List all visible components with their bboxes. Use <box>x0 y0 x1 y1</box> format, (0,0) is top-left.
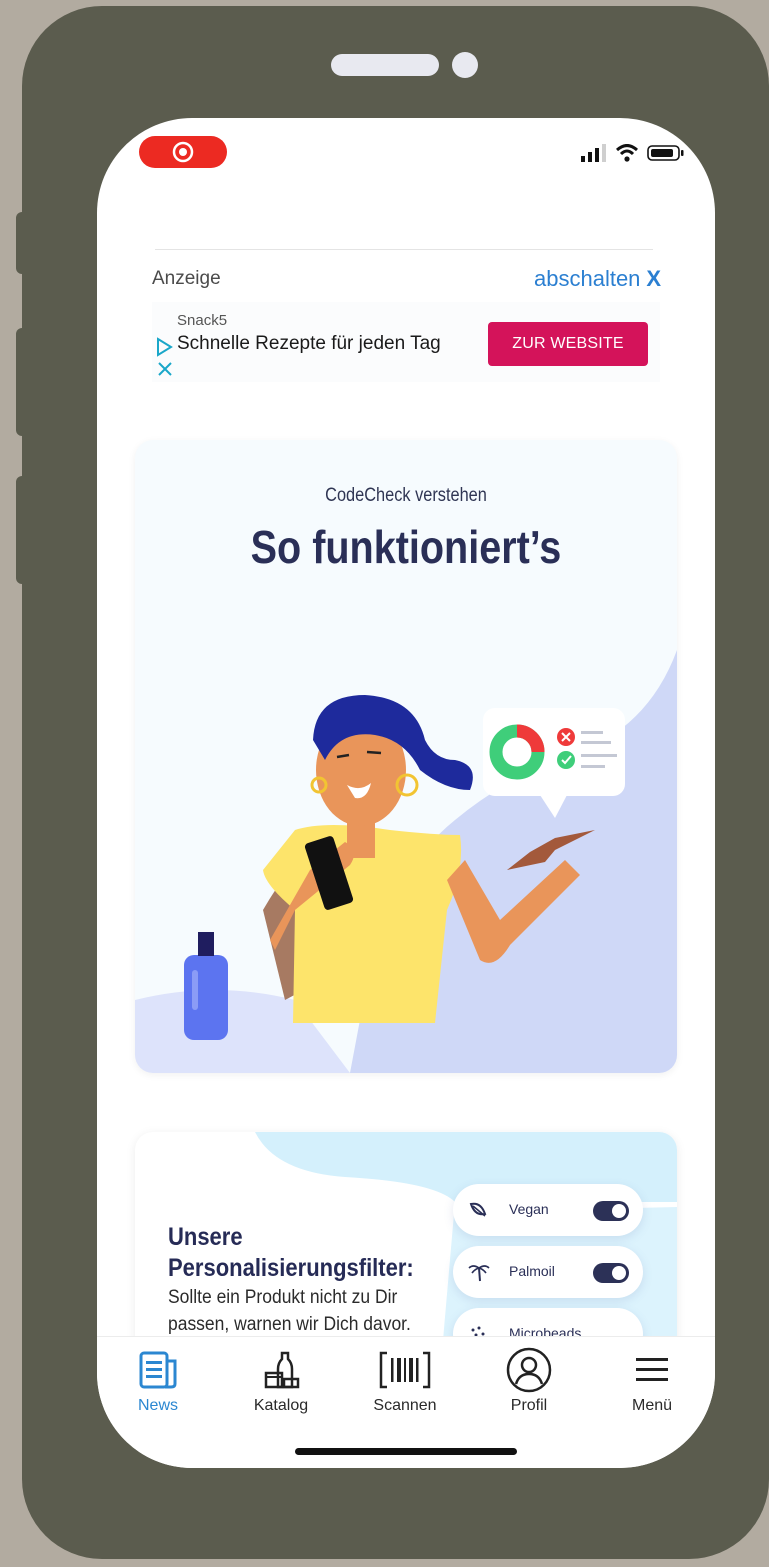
tab-label: Menü <box>631 1397 673 1414</box>
tab-profil[interactable]: Profil <box>479 1345 579 1415</box>
record-icon <box>172 141 194 163</box>
filter-body-text: Sollte ein Produkt nicht zu Dir passen, … <box>168 1287 411 1335</box>
ad-dismiss-button[interactable]: abschalten X <box>534 266 661 292</box>
ad-sponsor: Snack5 <box>177 312 228 329</box>
divider <box>155 249 653 250</box>
palmoil-toggle[interactable] <box>593 1263 629 1283</box>
tab-scannen[interactable]: Scannen <box>355 1345 455 1415</box>
screen-recording-indicator[interactable] <box>139 136 227 168</box>
home-indicator[interactable] <box>295 1448 517 1455</box>
app-screen: Anzeige abschalten X Snack5 Schnelle Reze… <box>97 118 715 1468</box>
side-button-volume-up <box>16 328 30 436</box>
tab-katalog[interactable]: Katalog <box>231 1345 331 1415</box>
news-icon <box>139 1351 177 1389</box>
adchoices-play-icon[interactable] <box>155 337 173 357</box>
signal-icon <box>581 144 606 162</box>
filter-label: Palmoil <box>509 1263 555 1279</box>
how-it-works-card[interactable]: CodeCheck verstehen So funktioniert’s <box>135 440 677 1073</box>
battery-icon <box>647 145 684 161</box>
side-button-volume-down <box>16 476 30 584</box>
ad-cta-button[interactable]: ZUR WEBSITE <box>488 322 648 366</box>
filter-label: Vegan <box>509 1201 549 1217</box>
ad-title[interactable]: Schnelle Rezepte für jeden Tag <box>177 332 447 355</box>
speaker-grille <box>331 54 439 76</box>
status-icons <box>581 144 685 162</box>
barcode-scan-icon <box>379 1351 431 1389</box>
menu-icon <box>636 1358 668 1381</box>
filter-palmoil[interactable]: Palmoil <box>453 1246 643 1298</box>
profile-icon <box>506 1347 552 1393</box>
vegan-toggle[interactable] <box>593 1201 629 1221</box>
tab-label: Profil <box>510 1397 548 1414</box>
catalog-icon <box>264 1351 300 1389</box>
ad-dismiss-label: abschalten <box>534 266 641 291</box>
front-camera <box>452 52 478 78</box>
close-icon: X <box>646 266 662 291</box>
ad-close-icon[interactable] <box>157 361 173 377</box>
side-button-silent <box>16 212 30 274</box>
tab-menu[interactable]: Menü <box>602 1345 702 1415</box>
palm-tree-icon <box>468 1265 490 1282</box>
ad-label: Anzeige <box>152 268 221 289</box>
tab-label: News <box>137 1397 178 1414</box>
leaf-icon <box>469 1202 487 1217</box>
tab-news[interactable]: News <box>108 1345 208 1415</box>
tab-label: Katalog <box>253 1397 309 1414</box>
filter-vegan[interactable]: Vegan <box>453 1184 643 1236</box>
hero-illustration <box>135 650 677 1073</box>
filter-heading: Unsere Personalisierungsfilter: <box>168 1223 414 1282</box>
tab-label: Scannen <box>373 1397 437 1414</box>
wifi-icon <box>615 144 639 162</box>
